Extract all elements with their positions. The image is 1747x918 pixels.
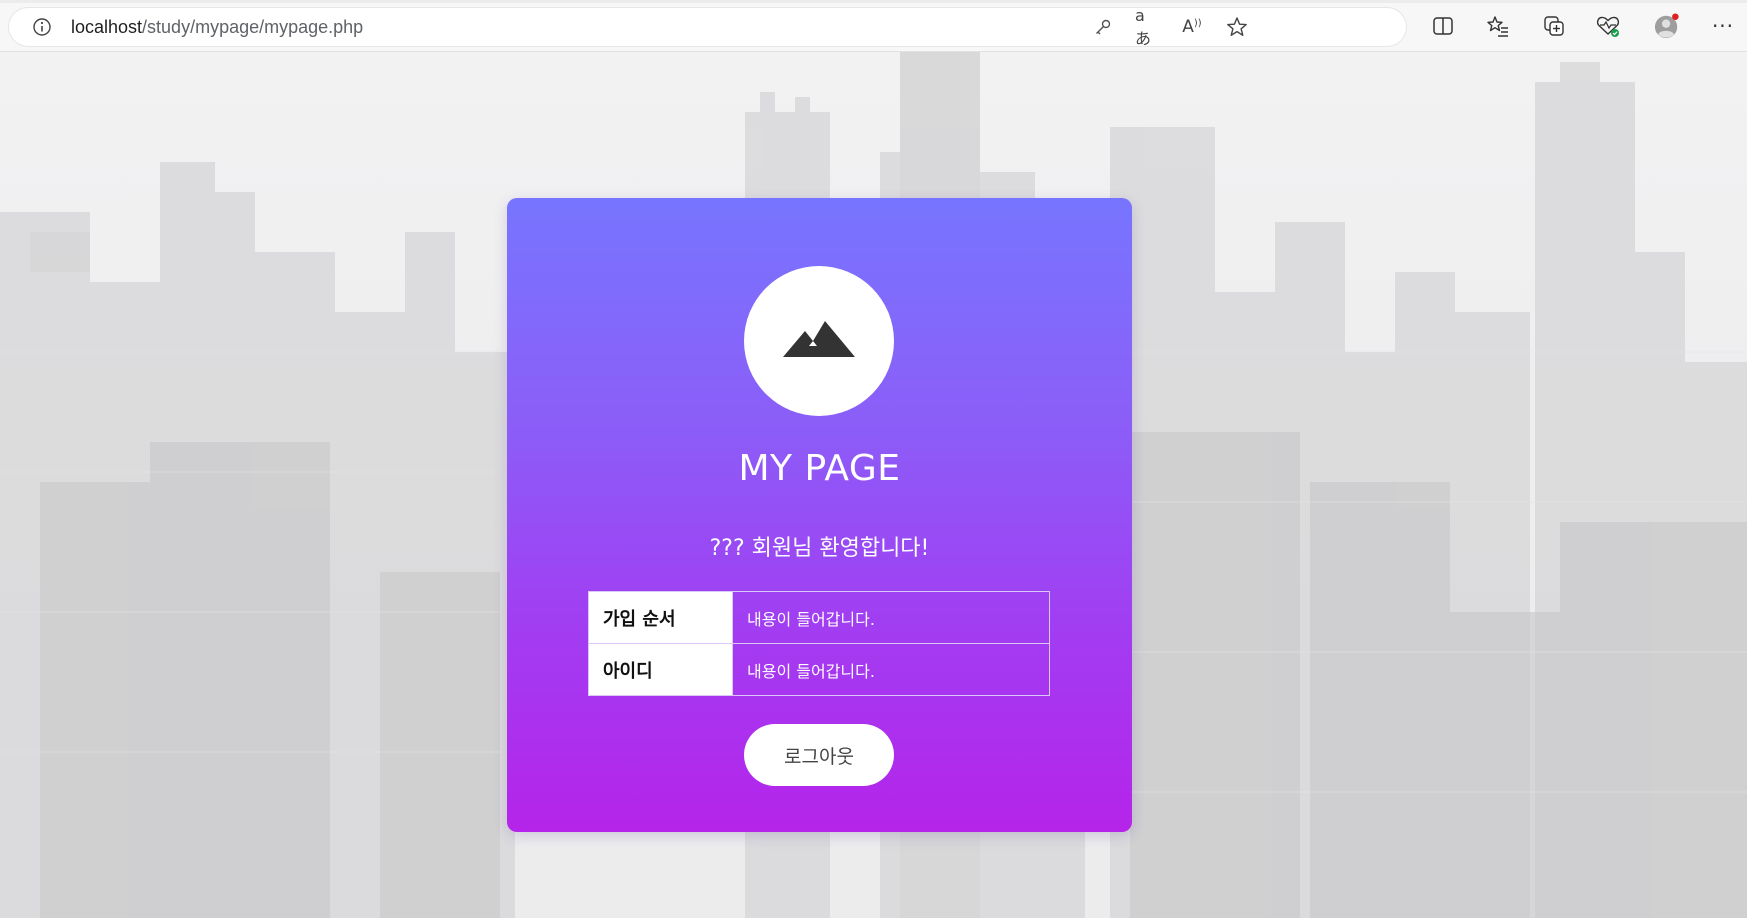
url-text[interactable]: localhost/study/mypage/mypage.php [71,17,363,37]
row-label-user-id: 아이디 [588,643,733,696]
url-host: localhost [71,17,143,37]
logo-circle [744,266,894,416]
welcome-message: ??? 회원님 환영합니다! [709,536,930,561]
page-viewport: MY PAGE ??? 회원님 환영합니다! 가입 순서 내용이 들어갑니다. … [0,52,1747,918]
more-menu-icon[interactable]: ··· [1710,13,1736,39]
profile-avatar-icon[interactable] [1654,13,1680,39]
translate-icon[interactable]: aあ [1135,6,1159,48]
member-info-table: 가입 순서 내용이 들어갑니다. 아이디 내용이 들어갑니다. [588,591,1050,696]
logout-button[interactable]: 로그아웃 [744,724,894,786]
page-title: MY PAGE [738,448,901,489]
site-info-icon[interactable] [32,17,52,37]
favorite-star-icon[interactable] [1225,15,1249,39]
browser-essentials-icon[interactable] [1595,13,1621,39]
row-value-join-order: 내용이 들어갑니다. [732,591,1050,644]
key-icon[interactable] [1091,15,1115,39]
browser-toolbar: localhost/study/mypage/mypage.php aあ A)) [0,0,1747,52]
table-row: 가입 순서 내용이 들어갑니다. [588,591,1050,644]
read-aloud-icon[interactable]: A)) [1180,15,1204,39]
address-bar[interactable]: localhost/study/mypage/mypage.php aあ A)) [9,6,1406,48]
tab-strip-edge [0,0,1747,3]
mountain-icon [783,317,855,365]
collections-icon[interactable] [1541,13,1567,39]
split-screen-icon[interactable] [1430,13,1456,39]
url-path: /study/mypage/mypage.php [142,17,364,37]
mypage-card: MY PAGE ??? 회원님 환영합니다! 가입 순서 내용이 들어갑니다. … [507,198,1132,832]
row-value-user-id: 내용이 들어갑니다. [732,643,1050,696]
row-label-join-order: 가입 순서 [588,591,733,644]
favorites-icon[interactable] [1485,13,1511,39]
table-row: 아이디 내용이 들어갑니다. [588,643,1050,696]
